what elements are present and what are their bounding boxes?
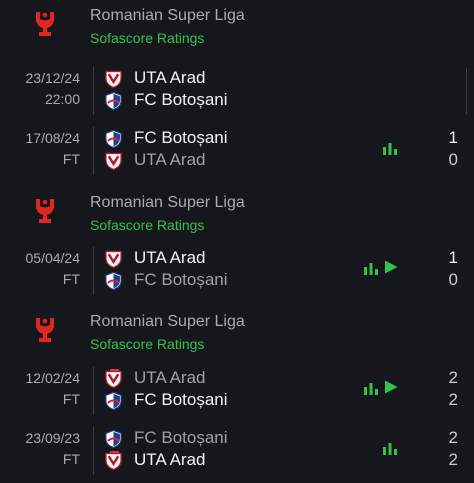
league-header[interactable]: Romanian Super Liga Sofascore Ratings	[0, 306, 474, 360]
divider	[93, 247, 94, 295]
home-score: 2	[448, 368, 458, 387]
home-team: FC Botoșani	[104, 128, 354, 150]
superliga-logo-icon	[36, 12, 54, 36]
divider	[93, 367, 94, 415]
match-row[interactable]: 12/02/24 FT UTA Arad FC Botoșani 2 2	[0, 364, 474, 420]
team-name: UTA Arad	[134, 450, 206, 469]
home-score: 1	[448, 248, 458, 267]
match-date: 23/12/24	[25, 70, 81, 86]
league-ratings-link[interactable]: Sofascore Ratings	[90, 30, 204, 46]
match-status: FT	[62, 151, 80, 167]
match-status: FT	[62, 451, 80, 467]
away-team: FC Botoșani	[104, 90, 354, 112]
team-name: UTA Arad	[134, 368, 206, 387]
home-score: 2	[448, 428, 458, 447]
team-name: FC Botoșani	[134, 90, 228, 109]
team-name: UTA Arad	[134, 68, 206, 87]
fc-botosani-crest-icon	[105, 271, 122, 291]
home-team: FC Botoșani	[104, 428, 354, 450]
league-name: Romanian Super Liga	[90, 313, 245, 330]
match-date: 12/02/24	[25, 370, 81, 386]
uta-arad-crest-icon	[105, 452, 122, 471]
away-team: UTA Arad	[104, 150, 354, 172]
superliga-logo-icon	[36, 318, 54, 342]
uta-arad-crest-icon	[105, 70, 122, 89]
divider	[93, 427, 94, 475]
league-ratings-link[interactable]: Sofascore Ratings	[90, 336, 204, 352]
home-team: UTA Arad	[104, 248, 354, 270]
away-team: FC Botoșani	[104, 270, 354, 292]
match-row[interactable]: 23/09/23 FT FC Botoșani UTA Arad 2 2	[0, 424, 474, 480]
team-name: FC Botoșani	[134, 128, 228, 147]
league-header[interactable]: Romanian Super Liga Sofascore Ratings	[0, 0, 474, 54]
team-name: UTA Arad	[134, 150, 206, 169]
match-status: FT	[62, 391, 80, 407]
away-team: UTA Arad	[104, 450, 354, 472]
league-ratings-link[interactable]: Sofascore Ratings	[90, 217, 204, 233]
league-name: Romanian Super Liga	[90, 194, 245, 211]
uta-arad-crest-icon	[105, 152, 122, 171]
team-name: FC Botoșani	[134, 270, 228, 289]
uta-arad-crest-icon	[105, 370, 122, 389]
fc-botosani-crest-icon	[105, 91, 122, 111]
stats-icon[interactable]	[363, 381, 379, 395]
fc-botosani-crest-icon	[105, 429, 122, 449]
match-status: 22:00	[44, 91, 80, 107]
away-team: FC Botoșani	[104, 390, 354, 412]
divider	[93, 127, 94, 175]
match-row[interactable]: 17/08/24 FT FC Botoșani UTA Arad 1 0	[0, 124, 474, 180]
league-name: Romanian Super Liga	[90, 7, 245, 24]
match-row[interactable]: 05/04/24 FT UTA Arad FC Botoșani 1 0	[0, 244, 474, 300]
away-score: 0	[448, 150, 458, 169]
stats-icon[interactable]	[363, 261, 379, 275]
fc-botosani-crest-icon	[105, 391, 122, 411]
team-name: FC Botoșani	[134, 428, 228, 447]
play-highlights-icon[interactable]	[384, 380, 398, 394]
match-row[interactable]: 23/12/24 22:00 UTA Arad FC Botoșani	[0, 64, 474, 120]
away-score: 0	[448, 270, 458, 289]
match-date: 23/09/23	[25, 430, 81, 446]
home-team: UTA Arad	[104, 368, 354, 390]
match-status: FT	[62, 271, 80, 287]
match-date: 05/04/24	[25, 250, 81, 266]
team-name: FC Botoșani	[134, 390, 228, 409]
play-highlights-icon[interactable]	[384, 260, 398, 274]
fc-botosani-crest-icon	[105, 129, 122, 149]
away-score: 2	[448, 390, 458, 409]
away-score: 2	[448, 450, 458, 469]
superliga-logo-icon	[36, 199, 54, 223]
league-header[interactable]: Romanian Super Liga Sofascore Ratings	[0, 187, 474, 241]
match-date: 17/08/24	[25, 130, 81, 146]
home-team: UTA Arad	[104, 68, 354, 90]
team-name: UTA Arad	[134, 248, 206, 267]
uta-arad-crest-icon	[105, 250, 122, 269]
divider	[466, 68, 467, 114]
stats-icon[interactable]	[382, 441, 398, 455]
home-score: 1	[448, 128, 458, 147]
stats-icon[interactable]	[382, 141, 398, 155]
divider	[93, 67, 94, 115]
